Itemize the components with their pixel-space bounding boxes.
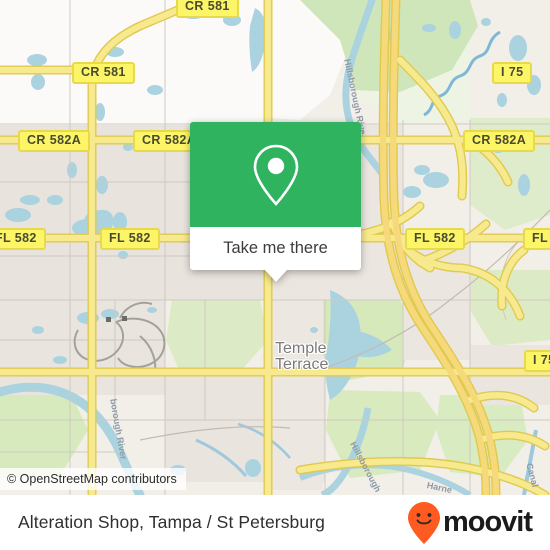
- take-me-there-popup[interactable]: Take me there: [190, 122, 361, 282]
- map-attribution[interactable]: © OpenStreetMap contributors: [0, 468, 186, 490]
- map-pin-icon: [253, 144, 298, 206]
- popup-pointer: [264, 270, 287, 282]
- road-shield-cr582a-east: CR 582A: [463, 130, 536, 152]
- popup-header: [190, 122, 361, 227]
- footer-place-title: Alteration Shop, Tampa / St Petersburg: [18, 512, 325, 532]
- road-shield-cr581-north: CR 581: [176, 0, 239, 18]
- moovit-map-screenshot: Temple Terrace Hillsborough Rive borough…: [0, 0, 550, 550]
- place-label-temple: Temple: [275, 340, 327, 357]
- road-shield-fl582-west: FL 582: [0, 228, 46, 250]
- map-canvas[interactable]: Temple Terrace Hillsborough Rive borough…: [0, 0, 550, 495]
- road-shield-cr582a-west: CR 582A: [18, 130, 91, 152]
- road-shield-i75-south: I 75: [524, 350, 550, 372]
- road-shield-fl5-edge: FL 5: [523, 228, 550, 250]
- footer-bar: Alteration Shop, Tampa / St Petersburg m…: [0, 495, 550, 550]
- popup-action-label[interactable]: Take me there: [190, 227, 361, 270]
- moovit-wordmark: moovit: [442, 506, 533, 538]
- moovit-pin-smiley-icon: [407, 501, 440, 544]
- road-shield-i75-north: I 75: [492, 62, 533, 84]
- place-label-terrace: Terrace: [275, 356, 329, 373]
- moovit-logo[interactable]: moovit: [407, 501, 533, 545]
- road-shield-fl582-east: FL 582: [405, 228, 465, 250]
- road-shield-fl582-mid: FL 582: [100, 228, 160, 250]
- road-shield-cr581-west: CR 581: [72, 62, 135, 84]
